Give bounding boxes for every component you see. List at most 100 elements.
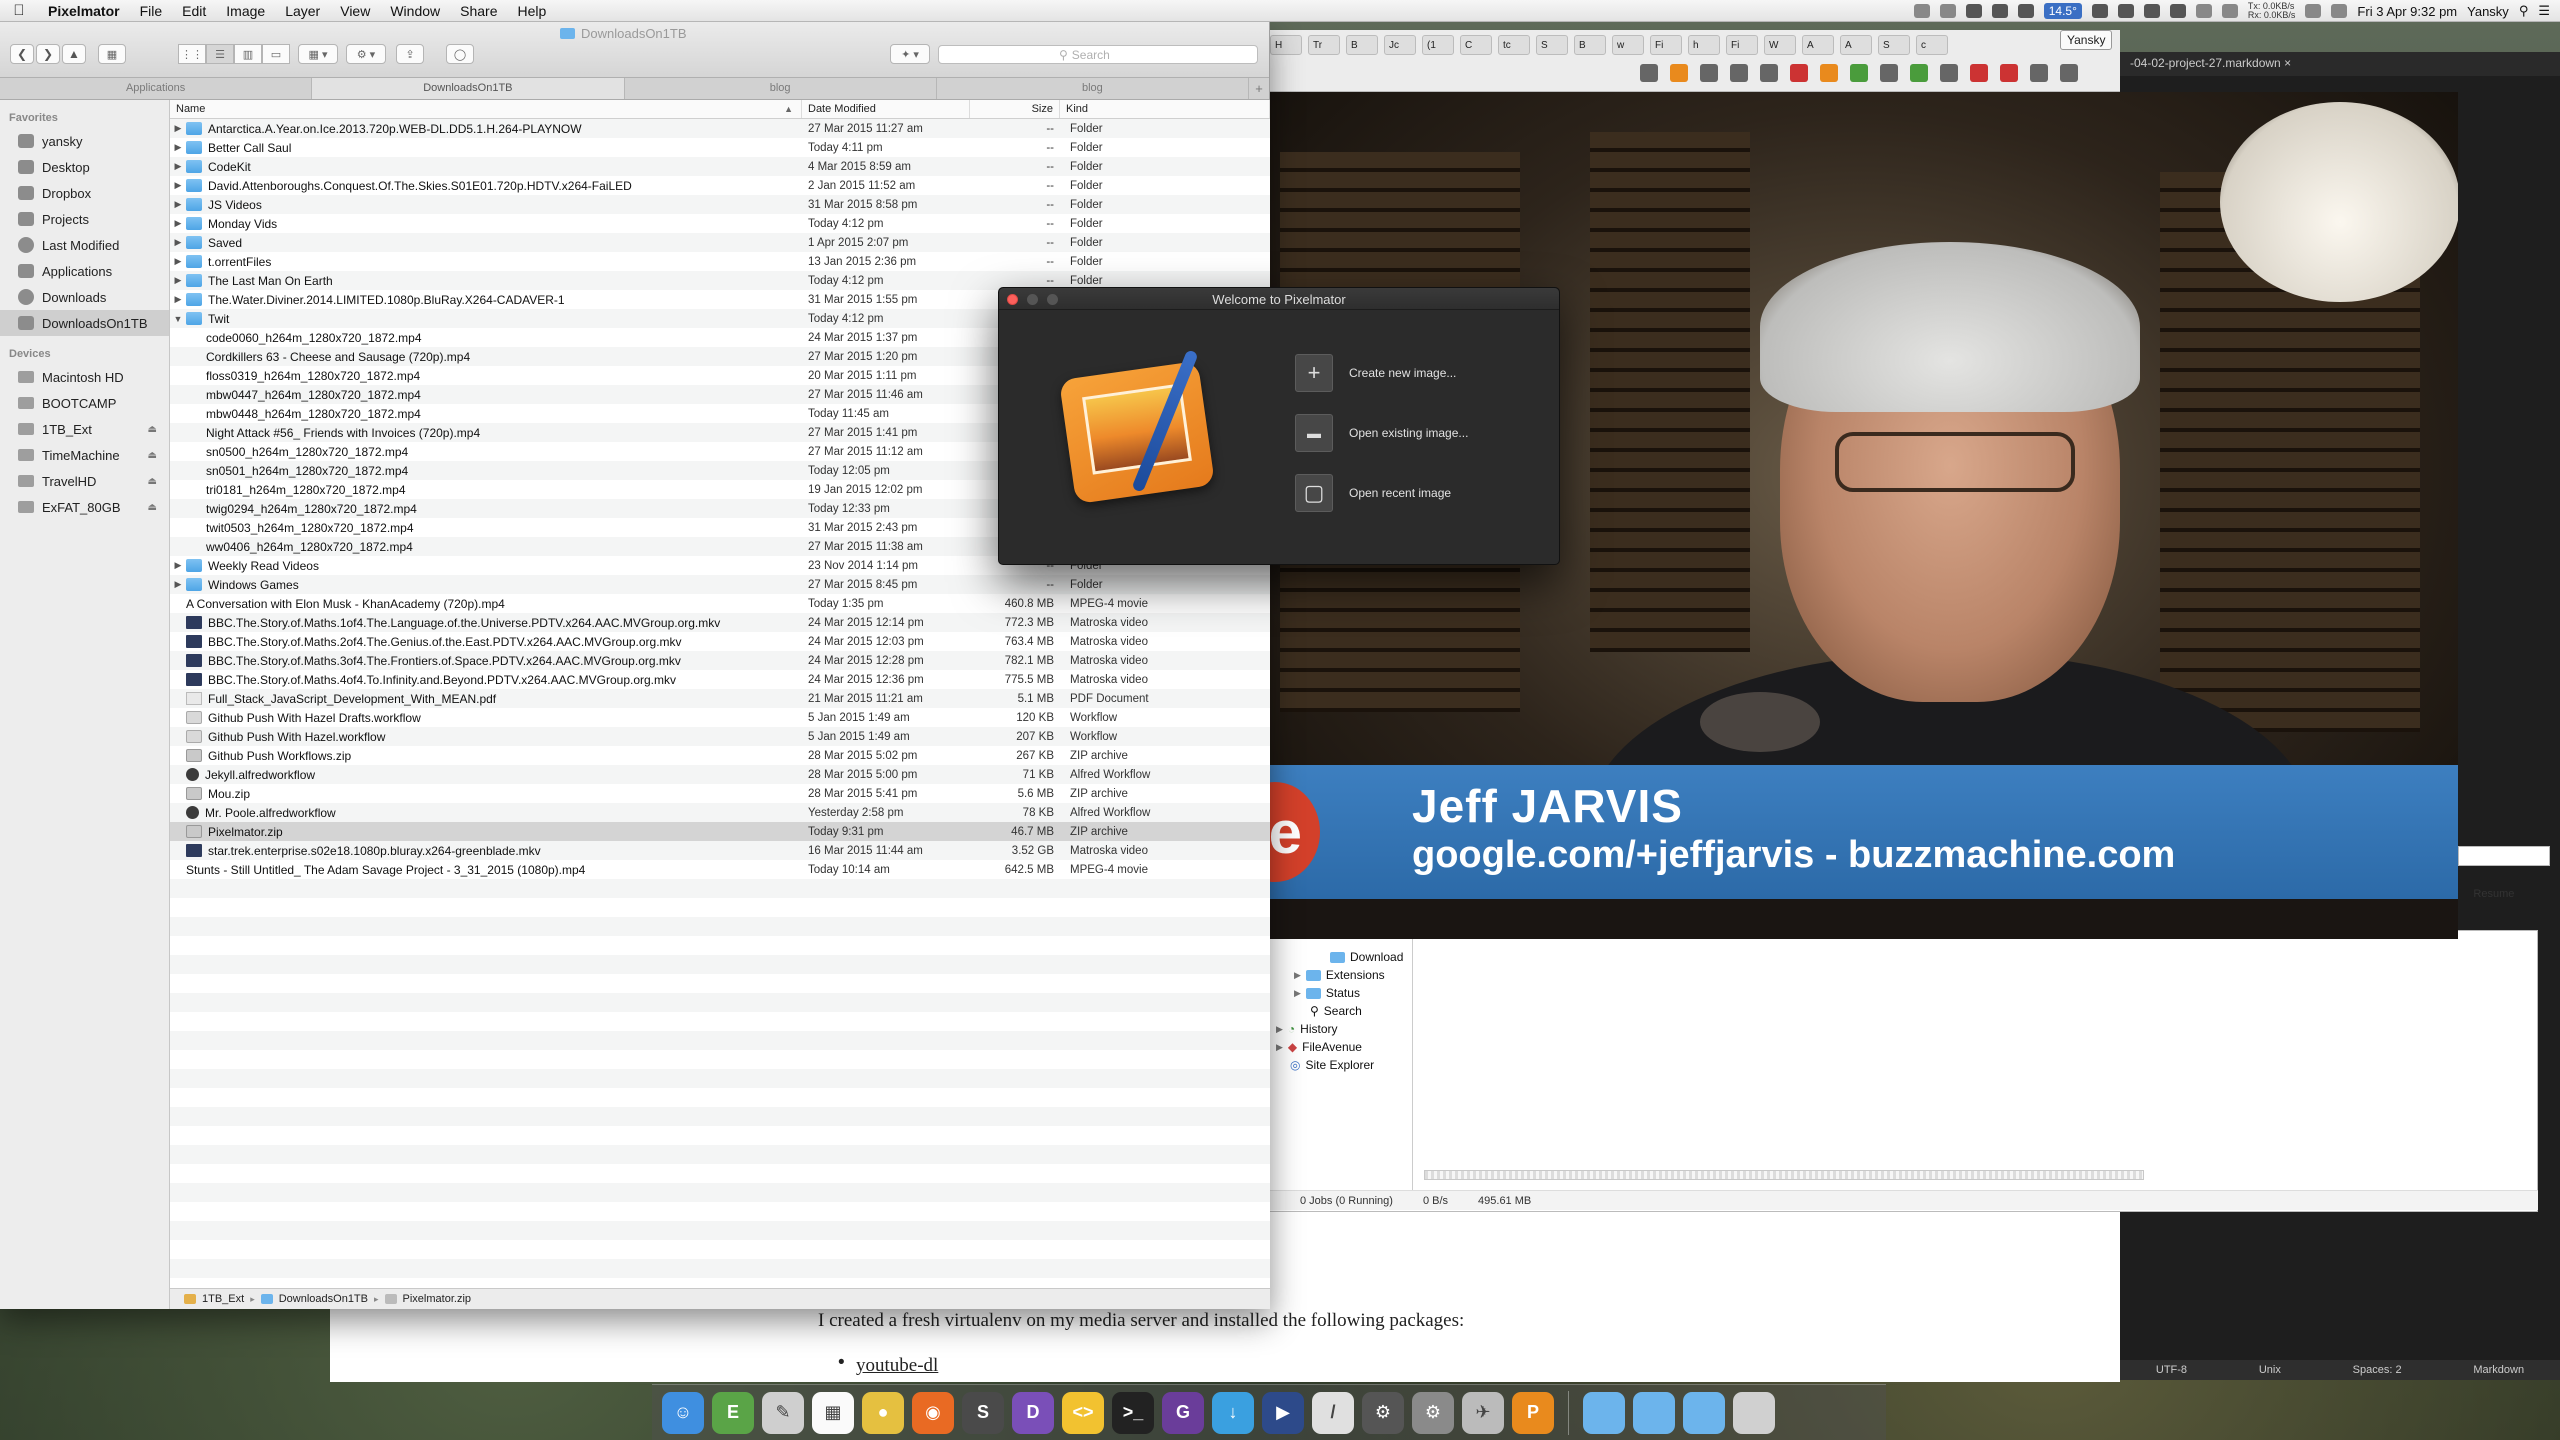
- extension-green-icon[interactable]: [1850, 64, 1868, 82]
- calendar-app-icon[interactable]: ▦: [812, 1391, 854, 1434]
- system-prefs-app-icon[interactable]: ⚙: [1412, 1391, 1454, 1434]
- file-row[interactable]: ▶ Better Call Saul Today 4:11 pm -- Folder: [170, 138, 1270, 157]
- file-row[interactable]: star.trek.enterprise.s02e18.1080p.bluray…: [170, 841, 1270, 860]
- sidebar-item-dropbox[interactable]: Dropbox: [0, 180, 169, 206]
- app-icon-3-icon[interactable]: ✎: [762, 1391, 804, 1434]
- tab-blog-2[interactable]: blog: [937, 78, 1249, 99]
- menu-edit[interactable]: Edit: [172, 3, 216, 19]
- file-row[interactable]: Mou.zip 28 Mar 2015 5:41 pm 5.6 MB ZIP arch…: [170, 784, 1270, 803]
- path-item-folder[interactable]: DownloadsOn1TB: [279, 1293, 368, 1305]
- encoding-status[interactable]: UTF-8: [2156, 1364, 2187, 1376]
- name-column-header[interactable]: Name ▲: [170, 100, 802, 118]
- browser-tab[interactable]: B: [1346, 35, 1378, 55]
- display-icon[interactable]: [2017, 4, 2034, 18]
- browser-tab[interactable]: A: [1840, 35, 1872, 55]
- extension-k-icon[interactable]: [1820, 64, 1838, 82]
- editor-tab[interactable]: -04-02-project-27.markdown: [2130, 56, 2281, 70]
- indent-status[interactable]: Spaces: 2: [2353, 1364, 2402, 1376]
- spotlight-icon[interactable]: ⚲: [2519, 3, 2529, 19]
- browser-tab[interactable]: w: [1612, 35, 1644, 55]
- disclosure-icon[interactable]: ▶: [170, 218, 186, 229]
- forward-button[interactable]: ❯: [36, 44, 60, 64]
- list-view-button[interactable]: ☰: [206, 44, 234, 64]
- browser-tab[interactable]: S: [1536, 35, 1568, 55]
- user-name[interactable]: Yansky: [2467, 4, 2509, 19]
- file-row[interactable]: BBC.The.Story.of.Maths.3of4.The.Frontier…: [170, 651, 1270, 670]
- github-app-icon[interactable]: G: [1162, 1391, 1204, 1434]
- column-view-icon[interactable]: ▦: [98, 44, 126, 64]
- tree-node-download[interactable]: Download: [1270, 948, 1420, 966]
- browser-tab[interactable]: Fi: [1650, 35, 1682, 55]
- shield-icon[interactable]: [1640, 64, 1658, 82]
- disclosure-icon[interactable]: ▶: [170, 294, 186, 305]
- enclosing-folder-button[interactable]: ▲: [62, 44, 86, 64]
- blog-link[interactable]: youtube-dl: [856, 1355, 938, 1377]
- disclosure-icon[interactable]: ▶: [170, 275, 186, 286]
- file-row[interactable]: ▶ JS Videos 31 Mar 2015 8:58 pm -- Folder: [170, 195, 1270, 214]
- tree-node-fileavenue[interactable]: ▶ ◆ FileAvenue: [1270, 1038, 1420, 1056]
- syntax-status[interactable]: Markdown: [2473, 1364, 2524, 1376]
- eject-icon[interactable]: ⏏: [148, 450, 157, 461]
- tab-blog[interactable]: blog: [625, 78, 937, 99]
- file-row[interactable]: Github Push Workflows.zip 28 Mar 2015 5:0…: [170, 746, 1270, 765]
- file-row[interactable]: ▶ Saved 1 Apr 2015 2:07 pm -- Folder: [170, 233, 1270, 252]
- download-search-field[interactable]: [2458, 846, 2550, 866]
- disclosure-open-icon[interactable]: ▼: [170, 314, 186, 324]
- terminal-app-icon[interactable]: >_: [1112, 1391, 1154, 1434]
- app-icon-14-icon[interactable]: /: [1312, 1391, 1354, 1434]
- bell-icon[interactable]: [1939, 4, 1956, 18]
- home-icon[interactable]: [1730, 64, 1748, 82]
- chrome-app-icon[interactable]: ●: [862, 1391, 904, 1434]
- browser-tab[interactable]: C: [1460, 35, 1492, 55]
- sublime-app-icon[interactable]: S: [962, 1391, 1004, 1434]
- file-row[interactable]: BBC.The.Story.of.Maths.2of4.The.Genius.o…: [170, 632, 1270, 651]
- finder-app-icon[interactable]: ☺: [662, 1391, 704, 1434]
- sync-icon[interactable]: [1991, 4, 2008, 18]
- menu-help[interactable]: Help: [507, 3, 556, 19]
- file-row[interactable]: Mr. Poole.alfredworkflow Yesterday 2:58 p…: [170, 803, 1270, 822]
- line-ending-status[interactable]: Unix: [2259, 1364, 2281, 1376]
- back-button[interactable]: ❮: [10, 44, 34, 64]
- path-item-drive[interactable]: 1TB_Ext: [202, 1293, 244, 1305]
- file-row[interactable]: BBC.The.Story.of.Maths.4of4.To.Infinity.…: [170, 670, 1270, 689]
- sidebar-item-travelhd[interactable]: TravelHD ⏏: [0, 468, 169, 494]
- tag-icon[interactable]: ◯: [446, 44, 474, 64]
- path-item-file[interactable]: Pixelmator.zip: [403, 1293, 471, 1305]
- sidebar-item-applications[interactable]: Applications: [0, 258, 169, 284]
- rss-icon[interactable]: [1670, 64, 1688, 82]
- star-icon[interactable]: [1700, 64, 1718, 82]
- sidebar-item-yansky[interactable]: yansky: [0, 128, 169, 154]
- date-column-header[interactable]: Date Modified: [802, 100, 970, 118]
- disclosure-icon[interactable]: ▶: [170, 123, 186, 134]
- clipboard-icon[interactable]: [1880, 64, 1898, 82]
- kind-column-header[interactable]: Kind: [1060, 100, 1270, 118]
- tree-node-status[interactable]: ▶ Status: [1270, 984, 1420, 1002]
- sidebar-item-projects[interactable]: Projects: [0, 206, 169, 232]
- file-row[interactable]: ▶ Windows Games 27 Mar 2015 8:45 pm -- Folde…: [170, 575, 1270, 594]
- file-row[interactable]: Github Push With Hazel.workflow 5 Jan 201…: [170, 727, 1270, 746]
- extension-red-icon[interactable]: [1790, 64, 1808, 82]
- file-row[interactable]: A Conversation with Elon Musk - KhanAcad…: [170, 594, 1270, 613]
- extension-sun-icon[interactable]: [2000, 64, 2018, 82]
- temperature-badge[interactable]: 14.5°: [2043, 3, 2082, 19]
- browser-tab[interactable]: Fi: [1726, 35, 1758, 55]
- browser-user-button[interactable]: Yansky: [2060, 30, 2113, 50]
- browser-tab[interactable]: Tr: [1308, 35, 1340, 55]
- tree-node-history[interactable]: ▶ ◔ History: [1270, 1020, 1420, 1038]
- menu-app-name[interactable]: Pixelmator: [38, 3, 130, 19]
- menu-icon[interactable]: [2060, 64, 2078, 82]
- lock-icon[interactable]: [2169, 4, 2186, 18]
- menu-window[interactable]: Window: [380, 3, 450, 19]
- browser-tab[interactable]: H: [1270, 35, 1302, 55]
- dash-app-icon[interactable]: D: [1012, 1391, 1054, 1434]
- evernote-app-icon[interactable]: E: [712, 1391, 754, 1434]
- applications-stack-icon[interactable]: [1583, 1391, 1625, 1434]
- browser-tab[interactable]: (1: [1422, 35, 1454, 55]
- split-divider[interactable]: [1412, 935, 1413, 1197]
- notification-center-icon[interactable]: ☰: [2538, 3, 2550, 19]
- app-icon-17-icon[interactable]: ✈: [1462, 1391, 1504, 1434]
- chevron-right-icon[interactable]: ▶: [1294, 970, 1301, 981]
- menu-file[interactable]: File: [130, 3, 173, 19]
- file-row[interactable]: ▶ t.orrentFiles 13 Jan 2015 2:36 pm -- Folde…: [170, 252, 1270, 271]
- trash-icon[interactable]: [1733, 1391, 1775, 1434]
